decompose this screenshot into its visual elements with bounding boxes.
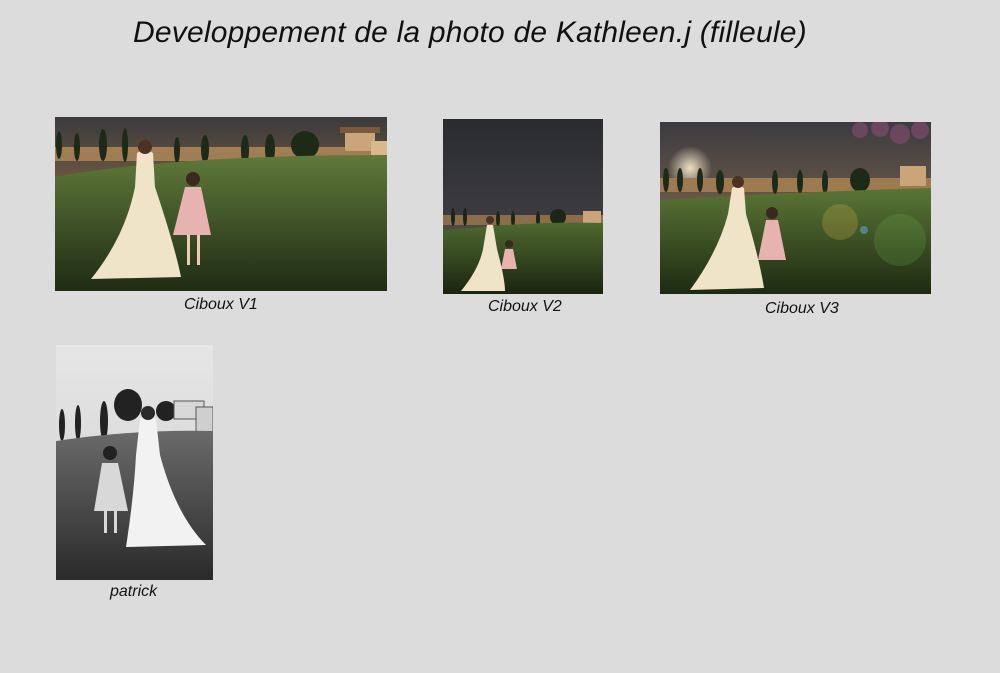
photo-patrick-image: [56, 345, 213, 580]
photo-patrick[interactable]: [56, 345, 213, 580]
photo-ciboux-v2[interactable]: [443, 119, 603, 294]
photo-ciboux-v1-image: [55, 117, 387, 291]
caption-ciboux-v1: Ciboux V1: [184, 296, 258, 313]
page-title: Developpement de la photo de Kathleen.j …: [133, 16, 807, 49]
photo-ciboux-v3[interactable]: [660, 122, 931, 294]
caption-ciboux-v3: Ciboux V3: [765, 300, 839, 317]
photo-ciboux-v1[interactable]: [55, 117, 387, 291]
photo-ciboux-v2-image: [443, 119, 603, 294]
caption-patrick: patrick: [110, 583, 158, 600]
caption-ciboux-v2: Ciboux V2: [488, 298, 562, 315]
photo-ciboux-v3-image: [660, 122, 931, 294]
